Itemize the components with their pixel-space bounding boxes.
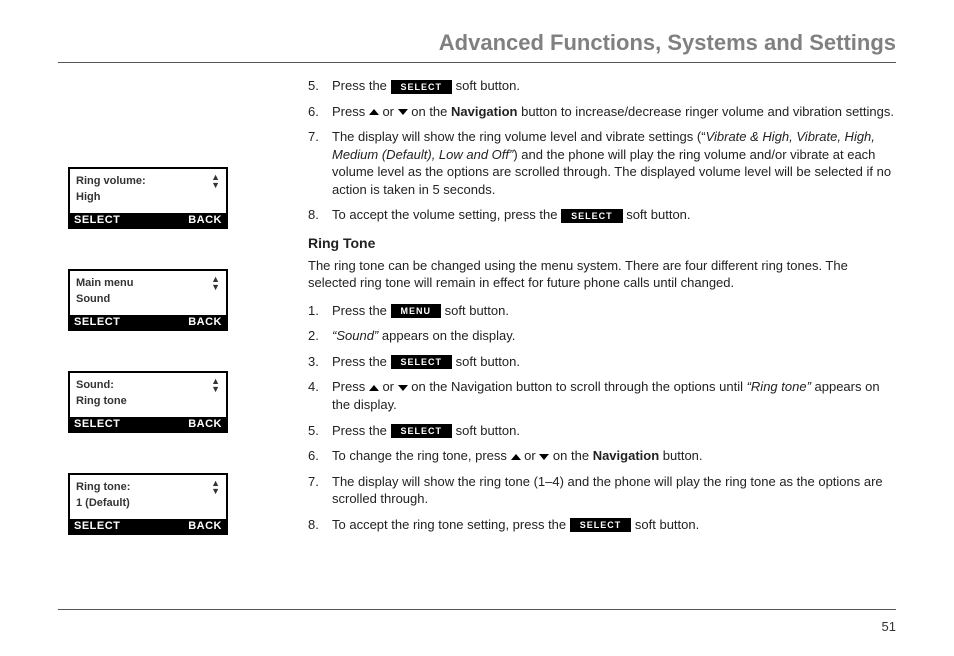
step-3: 3. Press the SELECT soft button.	[308, 353, 896, 371]
softkey-select: SELECT	[70, 213, 148, 227]
step-5b: 5. Press the SELECT soft button.	[308, 422, 896, 440]
softkey-back: BACK	[148, 315, 226, 329]
page-number: 51	[882, 619, 896, 634]
phone-screen-sound: Sound: ▲▼ Ring tone SELECT BACK	[68, 371, 228, 433]
ring-tone-intro: The ring tone can be changed using the m…	[308, 257, 896, 292]
softkey-select: SELECT	[70, 417, 148, 431]
header-rule	[58, 62, 896, 63]
screen-line2: Ring tone	[76, 395, 220, 407]
updown-icon: ▲▼	[211, 275, 220, 291]
step-8: 8. To accept the volume setting, press t…	[308, 206, 896, 224]
screen-line1: Main menu	[76, 277, 133, 289]
softkey-back: BACK	[148, 417, 226, 431]
phone-screen-main-menu: Main menu ▲▼ Sound SELECT BACK	[68, 269, 228, 331]
page-title: Advanced Functions, Systems and Settings	[58, 30, 896, 56]
updown-icon: ▲▼	[211, 173, 220, 189]
step-2: 2. “Sound” appears on the display.	[308, 327, 896, 345]
select-softbutton-icon: SELECT	[391, 80, 453, 94]
step-6: 6. Press or on the Navigation button to …	[308, 103, 896, 121]
menu-softbutton-icon: MENU	[391, 304, 442, 318]
sidebar: Ring volume: ▲▼ High SELECT BACK Main me…	[58, 77, 308, 575]
screen-line1: Sound:	[76, 379, 114, 391]
arrow-up-icon	[369, 385, 379, 391]
footer-rule	[58, 609, 896, 610]
updown-icon: ▲▼	[211, 479, 220, 495]
screen-line1: Ring tone:	[76, 481, 130, 493]
softkey-select: SELECT	[70, 519, 148, 533]
screen-line1: Ring volume:	[76, 175, 146, 187]
screen-line2: Sound	[76, 293, 220, 305]
screen-line2: High	[76, 191, 220, 203]
content-area: Ring volume: ▲▼ High SELECT BACK Main me…	[58, 77, 896, 575]
select-softbutton-icon: SELECT	[391, 424, 453, 438]
softkey-back: BACK	[148, 519, 226, 533]
step-7b: 7. The display will show the ring tone (…	[308, 473, 896, 508]
select-softbutton-icon: SELECT	[570, 518, 632, 532]
ring-tone-heading: Ring Tone	[308, 234, 896, 253]
arrow-up-icon	[369, 109, 379, 115]
step-5: 5. Press the SELECT soft button.	[308, 77, 896, 95]
step-list-1: 5. Press the SELECT soft button. 6. Pres…	[308, 77, 896, 224]
arrow-down-icon	[398, 385, 408, 391]
step-6b: 6. To change the ring tone, press or on …	[308, 447, 896, 465]
select-softbutton-icon: SELECT	[561, 209, 623, 223]
screen-line2: 1 (Default)	[76, 497, 220, 509]
softkey-back: BACK	[148, 213, 226, 227]
step-1: 1. Press the MENU soft button.	[308, 302, 896, 320]
step-8b: 8. To accept the ring tone setting, pres…	[308, 516, 896, 534]
arrow-down-icon	[539, 454, 549, 460]
step-list-2: 1. Press the MENU soft button. 2. “Sound…	[308, 302, 896, 533]
phone-screen-ring-volume: Ring volume: ▲▼ High SELECT BACK	[68, 167, 228, 229]
updown-icon: ▲▼	[211, 377, 220, 393]
arrow-down-icon	[398, 109, 408, 115]
arrow-up-icon	[511, 454, 521, 460]
step-4: 4. Press or on the Navigation button to …	[308, 378, 896, 413]
main-text: 5. Press the SELECT soft button. 6. Pres…	[308, 77, 896, 575]
softkey-select: SELECT	[70, 315, 148, 329]
phone-screen-ring-tone: Ring tone: ▲▼ 1 (Default) SELECT BACK	[68, 473, 228, 535]
select-softbutton-icon: SELECT	[391, 355, 453, 369]
step-7: 7. The display will show the ring volume…	[308, 128, 896, 198]
